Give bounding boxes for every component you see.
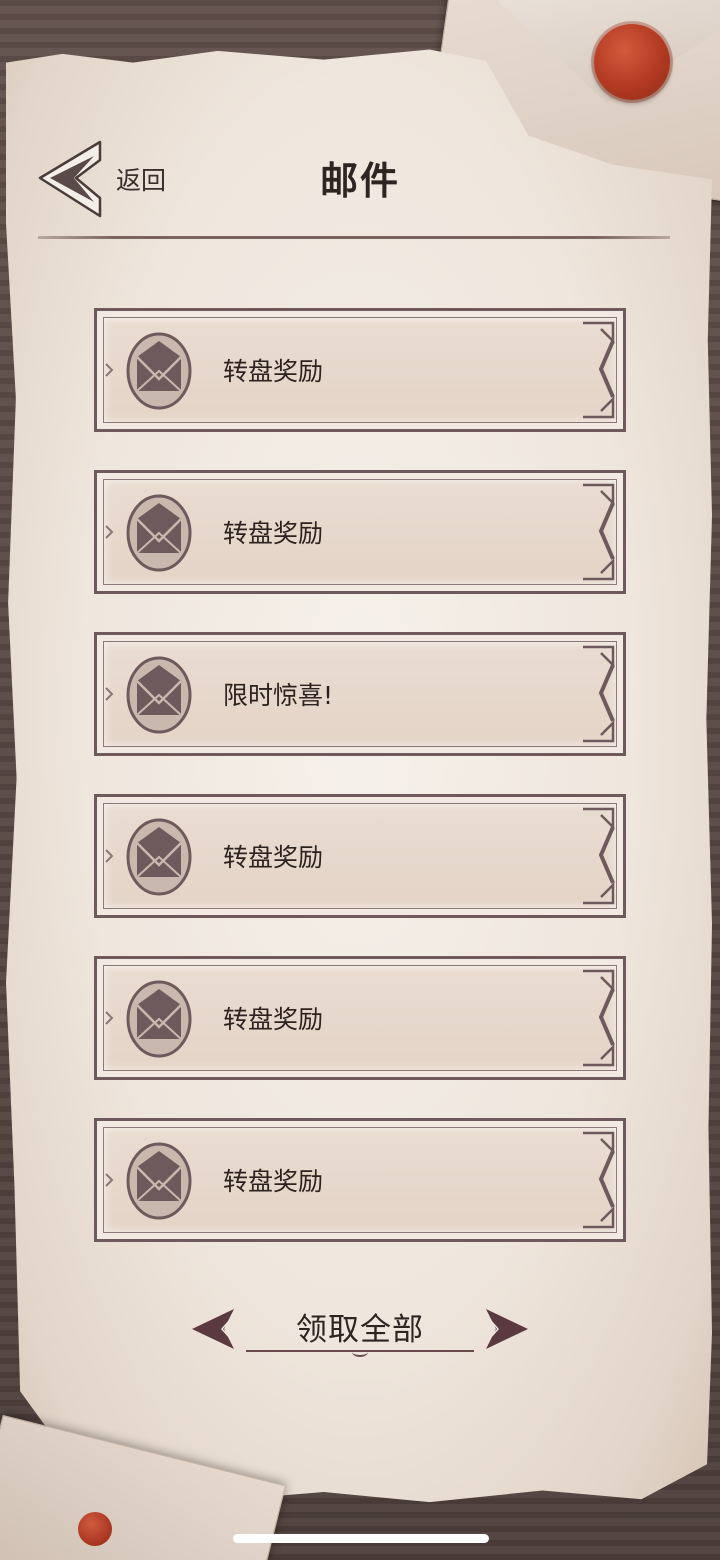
envelope-icon [126, 818, 192, 896]
mail-title: 转盘奖励 [223, 1167, 324, 1196]
claim-all-underline [246, 1350, 474, 1357]
page-title: 邮件 [319, 159, 400, 203]
ornament-corner-icon [583, 969, 615, 1067]
mail-item[interactable]: 转盘奖励 [94, 308, 626, 432]
ornament-corner-icon [583, 807, 615, 905]
ornament-corner-icon [583, 645, 615, 743]
mail-item[interactable]: 限时惊喜! [94, 632, 626, 756]
home-indicator[interactable] [233, 1534, 489, 1543]
wax-seal-small-icon [78, 1512, 112, 1546]
ornament-corner-icon [583, 321, 615, 419]
ornament-corner-icon [583, 483, 615, 581]
arrow-left-icon [192, 1309, 234, 1349]
envelope-icon [126, 980, 192, 1058]
ornament-corner-icon [583, 1131, 615, 1229]
envelope-icon [126, 332, 192, 410]
chevron-right-icon [105, 1173, 114, 1187]
mail-title: 转盘奖励 [223, 357, 324, 386]
claim-all-button[interactable]: 领取全部 [190, 1298, 530, 1362]
chevron-right-icon [105, 687, 114, 701]
mail-item[interactable]: 转盘奖励 [94, 1118, 626, 1242]
chevron-right-icon [105, 525, 114, 539]
mail-item[interactable]: 转盘奖励 [94, 470, 626, 594]
mail-title: 转盘奖励 [223, 843, 324, 872]
mail-title: 转盘奖励 [223, 519, 324, 548]
header-divider [38, 236, 670, 239]
mail-item[interactable]: 转盘奖励 [94, 956, 626, 1080]
chevron-right-icon [105, 1011, 114, 1025]
mail-list: 转盘奖励 转盘奖励 限时惊喜! 转盘奖励 转盘奖励 转盘奖励 [94, 308, 626, 1280]
mail-title: 限时惊喜! [223, 681, 334, 710]
mail-title: 转盘奖励 [223, 1005, 324, 1034]
chevron-right-icon [105, 849, 114, 863]
envelope-icon [126, 1142, 192, 1220]
chevron-right-icon [105, 363, 114, 377]
envelope-icon [126, 494, 192, 572]
mail-item[interactable]: 转盘奖励 [94, 794, 626, 918]
arrow-right-icon [486, 1309, 528, 1349]
envelope-icon [126, 656, 192, 734]
claim-all-label: 领取全部 [296, 1312, 424, 1348]
header: 返回 邮件 [0, 0, 720, 240]
